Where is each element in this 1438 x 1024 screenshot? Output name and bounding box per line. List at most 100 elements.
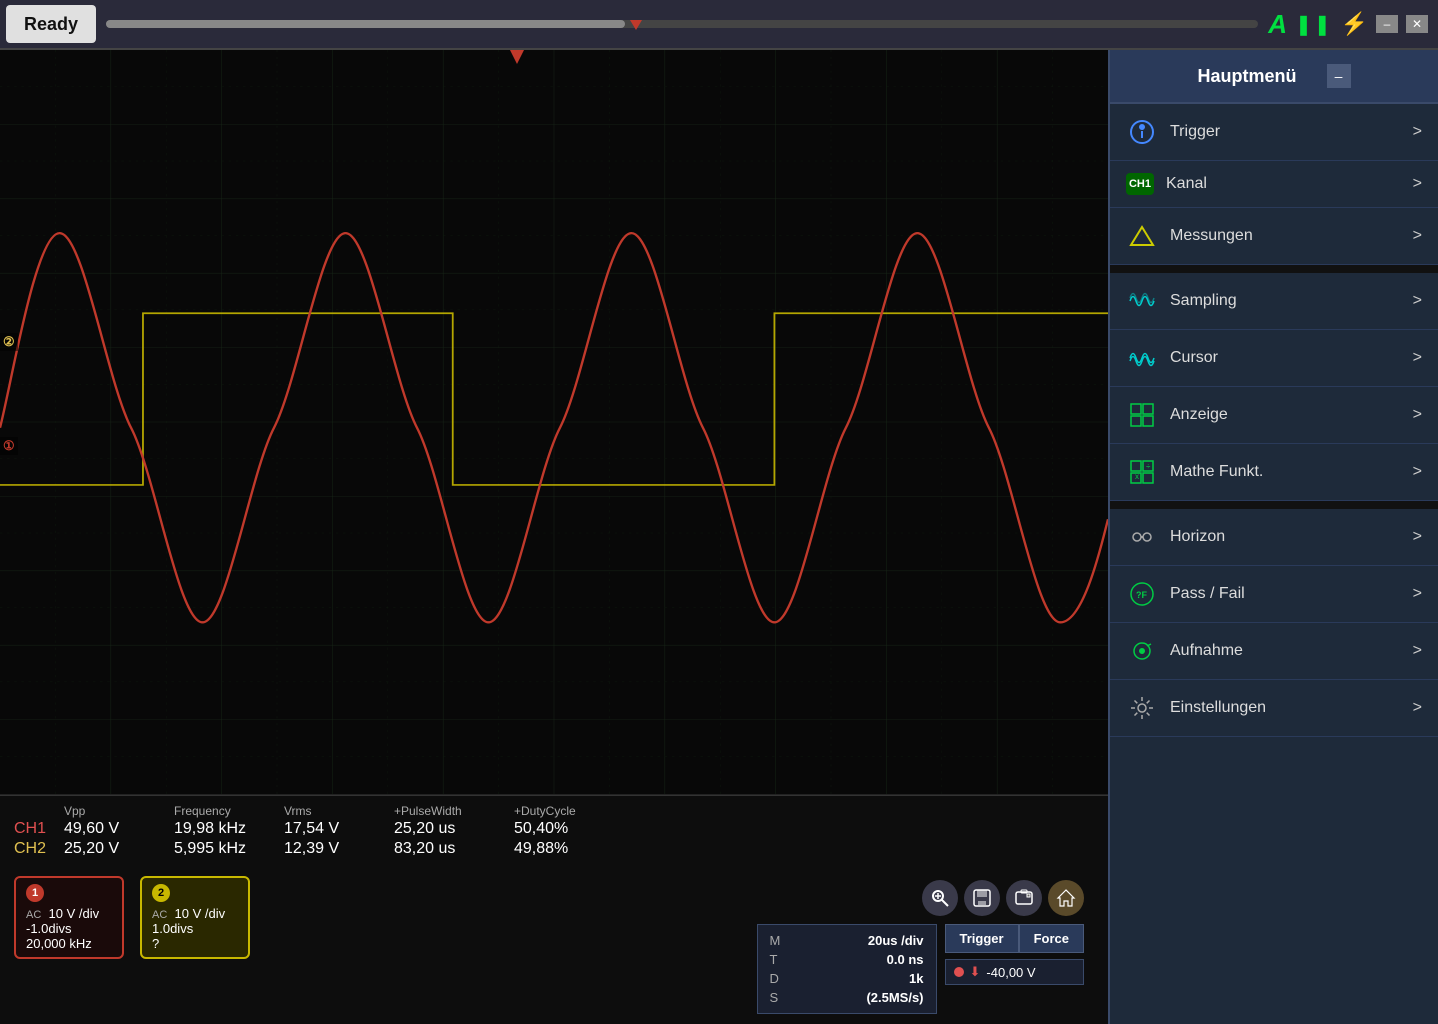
sampling-icon [1126, 285, 1158, 317]
kanal-icon: CH1 [1126, 173, 1154, 195]
sidebar-item-mathe[interactable]: x÷ Mathe Funkt. > [1110, 444, 1438, 501]
mathe-arrow: > [1413, 463, 1422, 481]
measurements-table: Vpp Frequency Vrms +PulseWidth +DutyCycl… [14, 804, 1094, 858]
cursor-arrow: > [1413, 349, 1422, 367]
mathe-label: Mathe Funkt. [1170, 463, 1263, 481]
svg-text:x: x [1135, 472, 1139, 481]
meas-header-pulse: +PulseWidth [394, 804, 514, 818]
t-value: 0.0 ns [887, 952, 924, 967]
t-label: T [770, 952, 778, 967]
meas-header-empty [14, 804, 64, 818]
passfail-label: Pass / Fail [1170, 585, 1245, 603]
main-area: ① ② [0, 50, 1438, 1024]
sidebar-item-aufnahme[interactable]: Aufnahme > [1110, 623, 1438, 680]
meas-ch1-vrms: 17,54 V [284, 820, 394, 838]
scope-content: ① ② [0, 50, 1108, 1024]
meas-ch1-label: CH1 [14, 820, 64, 838]
ch1-info-box[interactable]: 1 AC 10 V /div -1.0divs 20,000 kHz [14, 876, 124, 959]
trigger-symbol: ⬇ [970, 964, 981, 980]
sidebar-item-messungen[interactable]: Messungen > [1110, 208, 1438, 265]
lightning-icon: ⚡ [1341, 11, 1368, 37]
ch2-level-marker: ② [0, 333, 18, 351]
control-icons [922, 880, 1084, 916]
ch2-divs: 1.0divs [152, 921, 238, 936]
time-trigger-area: M 20us /div T 0.0 ns D 1k [757, 924, 1084, 1014]
sidebar-item-trigger[interactable]: Trigger > [1110, 104, 1438, 161]
sidebar-item-passfail[interactable]: ?F Pass / Fail > [1110, 566, 1438, 623]
close-button[interactable]: ✕ [1406, 15, 1428, 33]
menu-separator-2 [1110, 501, 1438, 509]
sampling-arrow: > [1413, 292, 1422, 310]
sidebar-title: Hauptmenü [1198, 66, 1297, 87]
topbar-icons: A ❚❚ ⚡ – ✕ [1268, 9, 1428, 40]
home-icon-btn[interactable] [1048, 880, 1084, 916]
menu-separator-1 [1110, 265, 1438, 273]
kanal-label: Kanal [1166, 175, 1207, 193]
sidebar-header: Hauptmenü – [1110, 50, 1438, 104]
ch2-number: 2 [152, 884, 170, 902]
aufnahme-label: Aufnahme [1170, 642, 1243, 660]
ch1-number: 1 [26, 884, 44, 902]
meas-header-freq: Frequency [174, 804, 284, 818]
sidebar-item-einstellungen[interactable]: Einstellungen > [1110, 680, 1438, 737]
ready-badge: Ready [6, 5, 96, 43]
messungen-label: Messungen [1170, 227, 1253, 245]
minimize-button[interactable]: – [1376, 15, 1398, 33]
meas-header-duty: +DutyCycle [514, 804, 624, 818]
force-button[interactable]: Force [1019, 924, 1084, 953]
trigger-label: Trigger [1170, 123, 1220, 141]
time-settings-box: M 20us /div T 0.0 ns D 1k [757, 924, 937, 1014]
channel-info-row: 1 AC 10 V /div -1.0divs 20,000 kHz 2 [0, 866, 1108, 1024]
sidebar-item-horizon[interactable]: Horizon > [1110, 509, 1438, 566]
m-label: M [770, 933, 781, 948]
meas-ch2-label: CH2 [14, 840, 64, 858]
messungen-arrow: > [1413, 227, 1422, 245]
trigger-force-buttons: Trigger Force [945, 924, 1084, 953]
sidebar-item-cursor[interactable]: Cursor > [1110, 330, 1438, 387]
sidebar: Hauptmenü – Trigger > CH1 Kanal > Messun… [1108, 50, 1438, 1024]
passfail-icon: ?F [1126, 578, 1158, 610]
sidebar-item-kanal[interactable]: CH1 Kanal > [1110, 161, 1438, 208]
einstellungen-label: Einstellungen [1170, 699, 1266, 717]
trigger-voltage: -40,00 V [986, 965, 1035, 980]
mathe-icon: x÷ [1126, 456, 1158, 488]
measurements-row: Vpp Frequency Vrms +PulseWidth +DutyCycl… [0, 795, 1108, 866]
meas-ch2-duty: 49,88% [514, 840, 624, 858]
d-value: 1k [909, 971, 923, 986]
sidebar-item-sampling[interactable]: Sampling > [1110, 273, 1438, 330]
ch1-level-marker: ① [0, 437, 18, 455]
ch2-coupling-vdiv: AC 10 V /div [152, 906, 238, 921]
channel-a-icon: A [1268, 9, 1287, 40]
svg-text:?F: ?F [1136, 590, 1147, 600]
sidebar-minimize-button[interactable]: – [1327, 64, 1351, 88]
ch1-divs: -1.0divs [26, 921, 112, 936]
sidebar-item-anzeige[interactable]: Anzeige > [1110, 387, 1438, 444]
progress-bar-fill [106, 20, 625, 28]
einstellungen-icon [1126, 692, 1158, 724]
save-icon-btn[interactable] [964, 880, 1000, 916]
bottom-controls: Vpp Frequency Vrms +PulseWidth +DutyCycl… [0, 794, 1108, 1024]
topbar: Ready A ❚❚ ⚡ – ✕ [0, 0, 1438, 50]
trigger-button[interactable]: Trigger [945, 924, 1019, 953]
pause-icon[interactable]: ❚❚ [1295, 12, 1333, 37]
zoom-icon-btn[interactable] [922, 880, 958, 916]
right-controls-area: M 20us /div T 0.0 ns D 1k [757, 876, 1094, 1014]
ch2-info-box[interactable]: 2 AC 10 V /div 1.0divs ? [140, 876, 250, 959]
sampling-label: Sampling [1170, 292, 1237, 310]
einstellungen-arrow: > [1413, 699, 1422, 717]
passfail-arrow: > [1413, 585, 1422, 603]
svg-text:÷: ÷ [1146, 462, 1151, 471]
screenshot-icon-btn[interactable] [1006, 880, 1042, 916]
meas-ch1-vpp: 49,60 V [64, 820, 174, 838]
trigger-arrow [510, 50, 524, 64]
waveform-display [0, 50, 1108, 794]
anzeige-icon [1126, 399, 1158, 431]
meas-ch2-vrms: 12,39 V [284, 840, 394, 858]
trigger-arrow: > [1413, 123, 1422, 141]
meas-ch1-pulse: 25,20 us [394, 820, 514, 838]
trigger-dot [954, 967, 964, 977]
kanal-arrow: > [1413, 175, 1422, 193]
aufnahme-icon [1126, 635, 1158, 667]
anzeige-label: Anzeige [1170, 406, 1228, 424]
meas-ch2-freq: 5,995 kHz [174, 840, 284, 858]
